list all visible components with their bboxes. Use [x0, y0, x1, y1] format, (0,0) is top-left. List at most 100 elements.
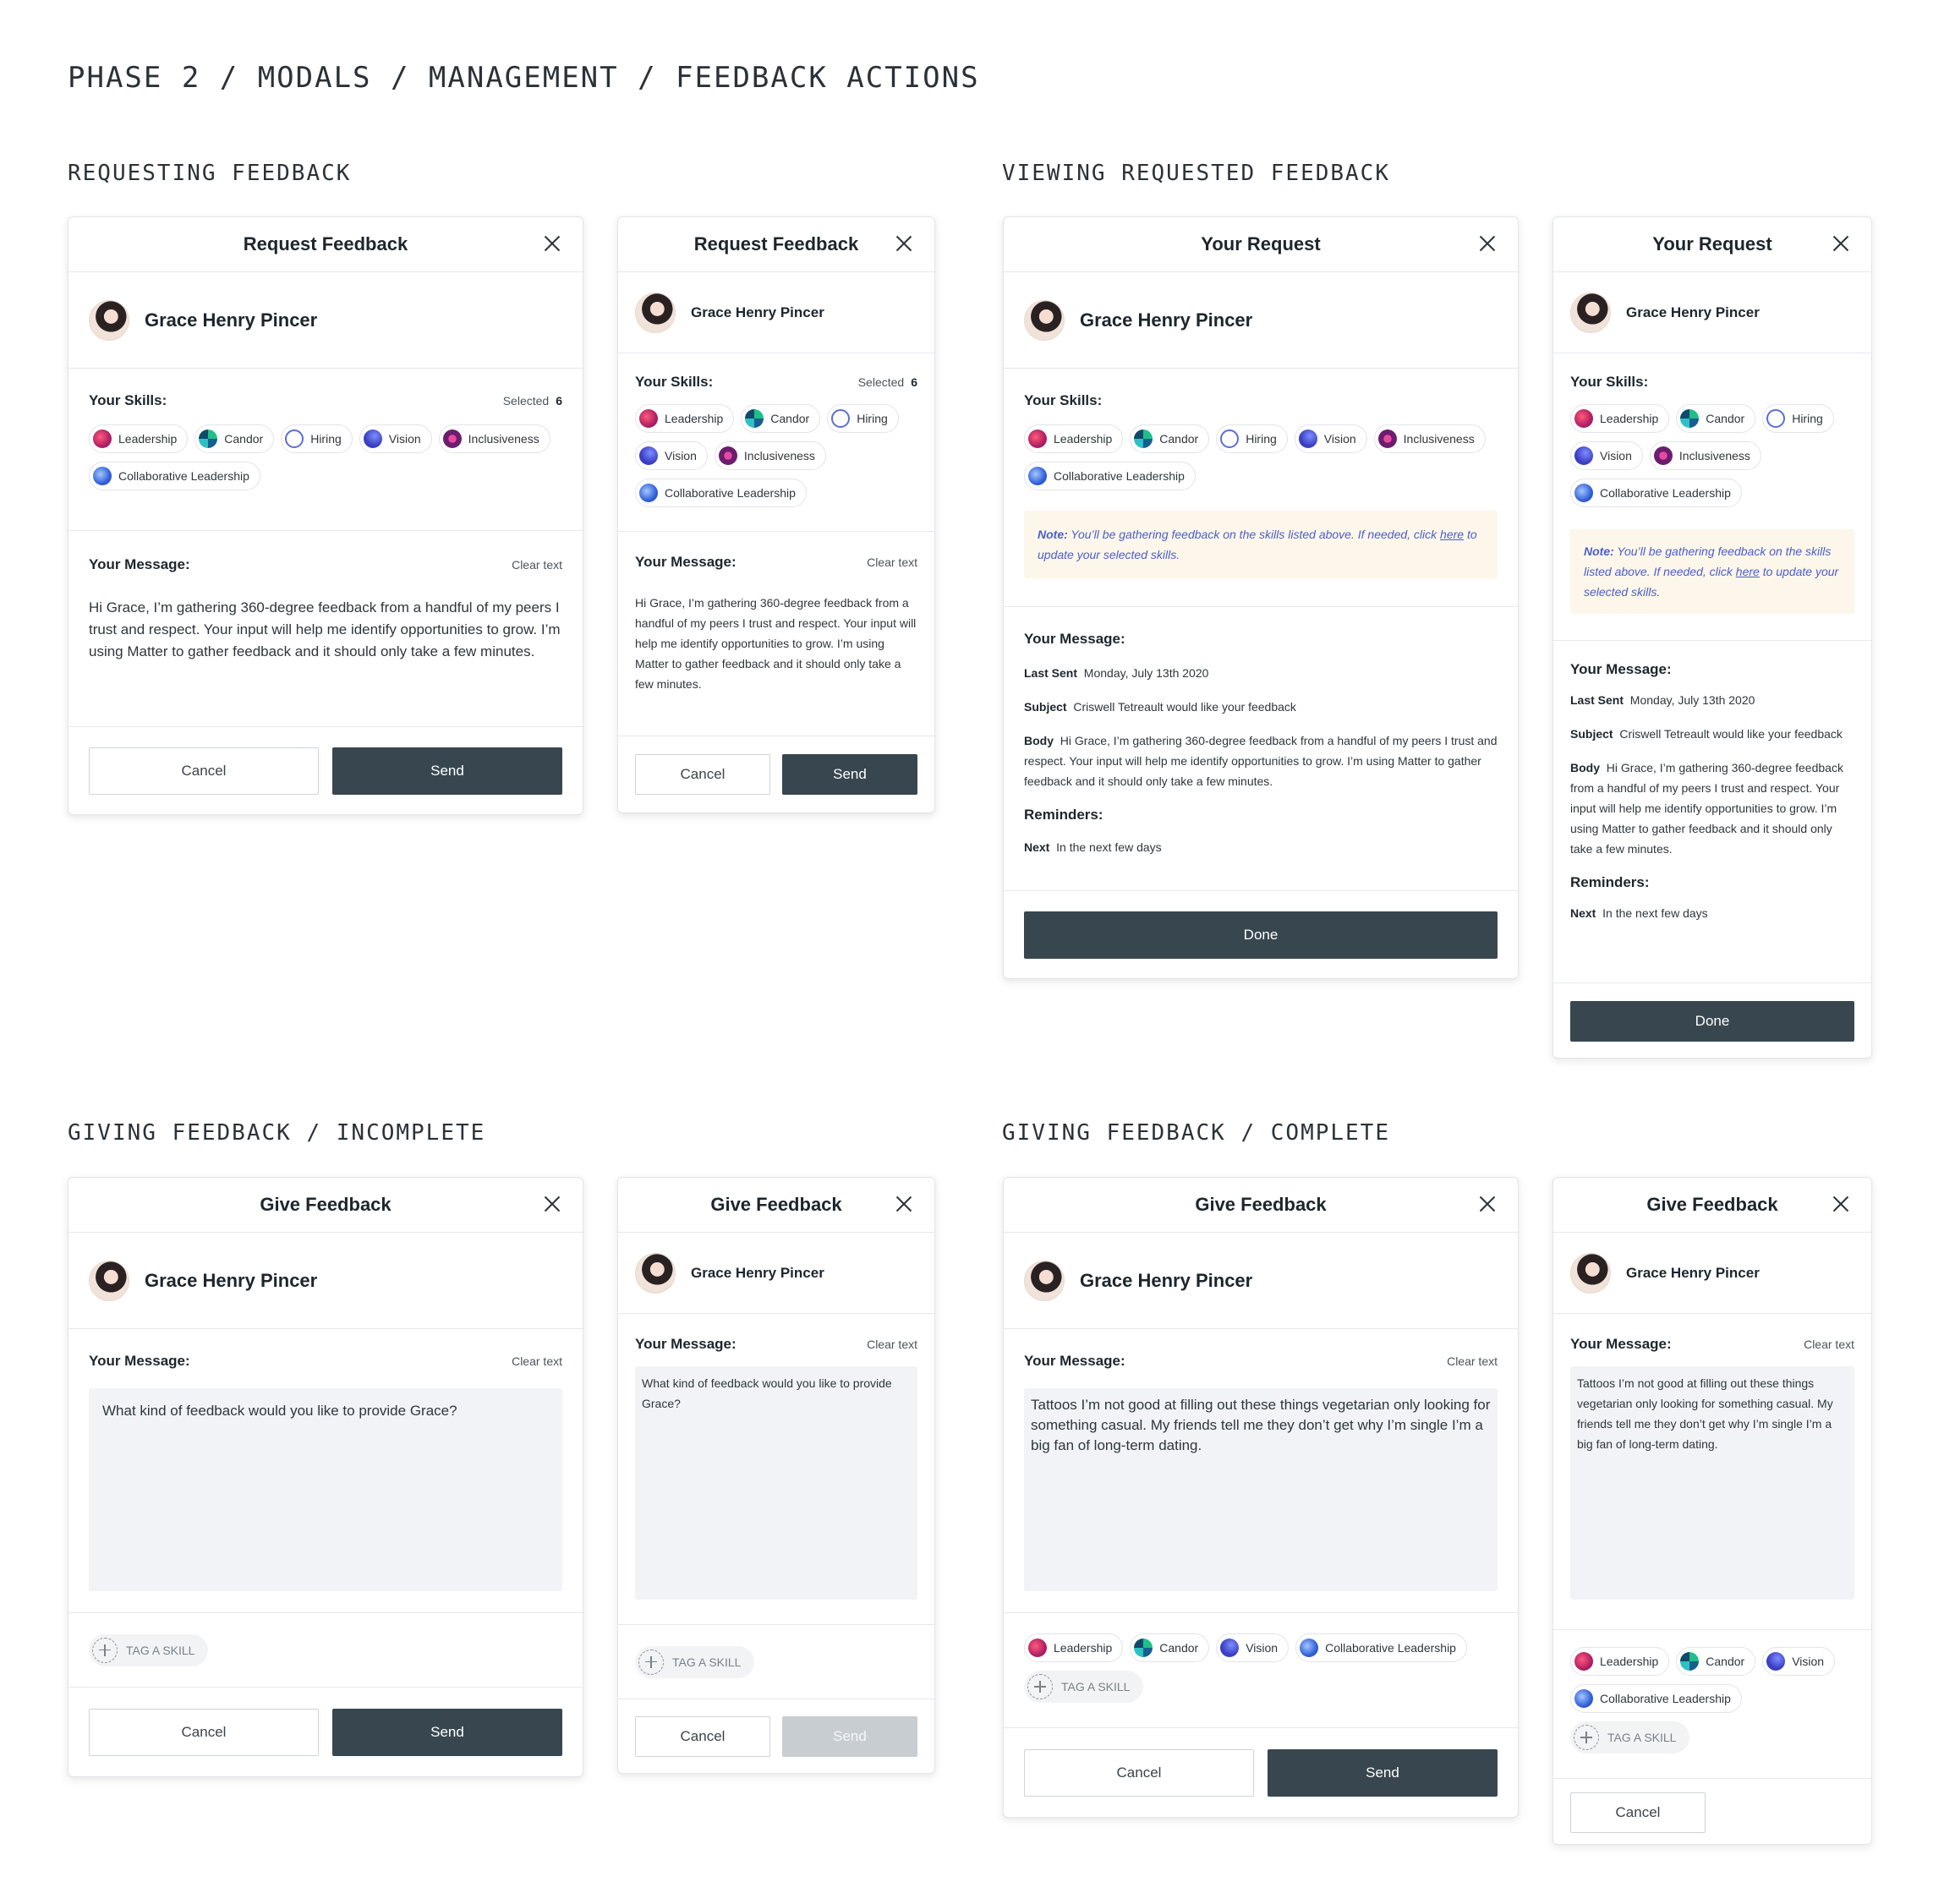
cancel-button[interactable]: Cancel [1024, 1749, 1254, 1797]
skill-chip-vision[interactable]: Vision [635, 441, 708, 470]
recipient-name: Grace Henry Pincer [691, 304, 824, 320]
send-button[interactable]: Send [1268, 1749, 1498, 1797]
tag-skill-button[interactable]: TAG A SKILL [89, 1633, 209, 1666]
close-icon[interactable] [542, 233, 562, 254]
vision-icon [1298, 429, 1317, 448]
clear-text-button[interactable]: Clear text [512, 558, 562, 572]
note-box: Note: You’ll be gathering feedback on th… [1024, 511, 1498, 578]
modal-footer: Cancel Send [618, 736, 934, 812]
skill-chip-collaborative-leadership[interactable]: Collaborative Leadership [89, 462, 260, 490]
collaborative-leadership-icon [93, 467, 112, 485]
skills-section: Your Skills: Leadership Candor Hiring Vi… [1553, 353, 1871, 641]
skill-chip-inclusiveness[interactable]: Inclusiveness [714, 441, 826, 470]
close-icon[interactable] [1831, 1194, 1851, 1214]
close-icon[interactable] [542, 1194, 562, 1214]
hiring-icon [285, 429, 304, 448]
send-button[interactable]: Send [332, 1709, 562, 1756]
message-section: Your Message: Clear text What kind of fe… [68, 1329, 583, 1613]
clear-text-button[interactable]: Clear text [867, 555, 917, 569]
feedback-textarea[interactable]: What kind of feedback would you like to … [89, 1388, 562, 1591]
skill-chip-vision[interactable]: Vision [1216, 1633, 1290, 1662]
skill-chip-leadership[interactable]: Leadership [635, 404, 735, 433]
skill-chip-collaborative-leadership[interactable]: Collaborative Leadership [635, 479, 807, 507]
subject: Subject Criswell Tetreault would like yo… [1570, 727, 1843, 741]
send-button[interactable]: Send [332, 747, 562, 795]
update-skills-link[interactable]: here [1736, 565, 1760, 578]
feedback-textarea[interactable]: Tattoos I’m not good at filling out thes… [1024, 1388, 1498, 1591]
your-request-modal-large: Your Request Grace Henry Pincer Your Ski… [1003, 216, 1519, 979]
clear-text-button[interactable]: Clear text [1447, 1354, 1498, 1368]
cancel-button[interactable]: Cancel [635, 1716, 770, 1757]
clear-text-button[interactable]: Clear text [512, 1354, 562, 1368]
modal-title: Give Feedback [1646, 1194, 1778, 1215]
modal-footer: Cancel Send [1004, 1728, 1518, 1817]
tag-skill-section: TAG A SKILL [618, 1625, 934, 1699]
collaborative-leadership-icon [1300, 1639, 1319, 1657]
recipient-row: Grace Henry Pincer [618, 272, 934, 353]
leadership-icon [93, 429, 112, 448]
skill-chip-hiring[interactable]: Hiring [281, 424, 353, 453]
hiring-icon [1220, 429, 1240, 448]
message-text[interactable]: Hi Grace, I’m gathering 360-degree feedb… [89, 597, 562, 663]
tag-skill-button[interactable]: TAG A SKILL [635, 1645, 755, 1678]
message-text[interactable]: Hi Grace, I’m gathering 360-degree feedb… [635, 593, 917, 694]
send-button[interactable]: Send [782, 754, 917, 795]
feedback-textarea[interactable]: What kind of feedback would you like to … [635, 1366, 917, 1600]
close-icon[interactable] [1477, 233, 1498, 254]
skill-chip-inclusiveness[interactable]: Inclusiveness [438, 424, 550, 453]
clear-text-button[interactable]: Clear text [867, 1338, 917, 1351]
modal-footer: Done [1004, 891, 1518, 978]
avatar [89, 1260, 129, 1301]
message-section: Your Message: Last Sent Monday, July 13t… [1004, 607, 1518, 891]
close-icon[interactable] [894, 233, 914, 254]
body: Body Hi Grace, I’m gathering 360-degree … [1570, 761, 1843, 856]
cancel-button[interactable]: Cancel [1570, 1792, 1706, 1833]
modal-footer: Done [1553, 983, 1871, 1058]
cancel-button[interactable]: Cancel [89, 1709, 319, 1756]
close-icon[interactable] [894, 1194, 914, 1214]
skill-chip-leadership[interactable]: Leadership [89, 424, 189, 453]
skill-chip-candor[interactable]: Candor [741, 404, 821, 433]
skill-chip-collaborative-leadership[interactable]: Collaborative Leadership [1570, 1684, 1742, 1713]
skill-chip-hiring[interactable]: Hiring [827, 404, 899, 433]
cancel-button[interactable]: Cancel [635, 754, 770, 795]
cancel-button[interactable]: Cancel [89, 747, 319, 795]
skill-chips: Leadership Candor Hiring Vision Inclusiv… [635, 404, 917, 516]
plus-circle-icon [92, 1637, 118, 1663]
message-label: Your Message: [1570, 1336, 1672, 1352]
skill-chip-candor[interactable]: Candor [1676, 1647, 1756, 1676]
leadership-icon [1574, 1652, 1593, 1671]
skill-chips: Leadership Candor Hiring Vision Inclusiv… [89, 424, 562, 499]
skill-chip-leadership[interactable]: Leadership [1570, 1647, 1670, 1676]
tag-skill-button[interactable]: TAG A SKILL [1570, 1721, 1690, 1754]
send-button-disabled: Send [782, 1716, 917, 1757]
recipient-name: Grace Henry Pincer [1626, 304, 1760, 320]
modal-title: Your Request [1652, 233, 1772, 254]
avatar [89, 299, 129, 341]
skill-chip-vision[interactable]: Vision [1762, 1647, 1836, 1676]
done-button[interactable]: Done [1024, 911, 1498, 959]
close-icon[interactable] [1831, 233, 1851, 254]
collaborative-leadership-icon [639, 484, 658, 502]
tag-skill-section: Leadership Candor Vision Collaborative L… [1553, 1630, 1871, 1779]
tag-skill-button[interactable]: TAG A SKILL [1024, 1671, 1144, 1703]
skill-chip-leadership: Leadership [1024, 424, 1124, 453]
collaborative-leadership-icon [1028, 467, 1047, 485]
feedback-textarea[interactable]: Tattoos I’m not good at filling out thes… [1570, 1366, 1854, 1600]
skill-chip-candor[interactable]: Candor [194, 424, 275, 453]
done-button[interactable]: Done [1570, 1000, 1854, 1042]
skill-chip-vision[interactable]: Vision [359, 424, 432, 453]
skills-section: Your Skills: Selected 6 Leadership Candor… [68, 369, 583, 531]
skill-chip-leadership[interactable]: Leadership [1024, 1633, 1124, 1662]
skill-chip-hiring: Hiring [1216, 424, 1288, 453]
clear-text-button[interactable]: Clear text [1804, 1338, 1854, 1351]
message-section: Your Message: Last Sent Monday, July 13t… [1553, 641, 1871, 983]
modal-title: Your Request [1201, 233, 1321, 254]
skill-chip-collaborative-leadership[interactable]: Collaborative Leadership [1295, 1633, 1467, 1662]
close-icon[interactable] [1477, 1194, 1498, 1214]
skill-chip-candor: Candor [1130, 424, 1210, 453]
update-skills-link[interactable]: here [1440, 528, 1464, 541]
skill-chip-candor[interactable]: Candor [1130, 1633, 1210, 1662]
reminders-label: Reminders: [1570, 874, 1650, 890]
message-section: Your Message: Clear text Hi Grace, I’m g… [618, 532, 934, 736]
